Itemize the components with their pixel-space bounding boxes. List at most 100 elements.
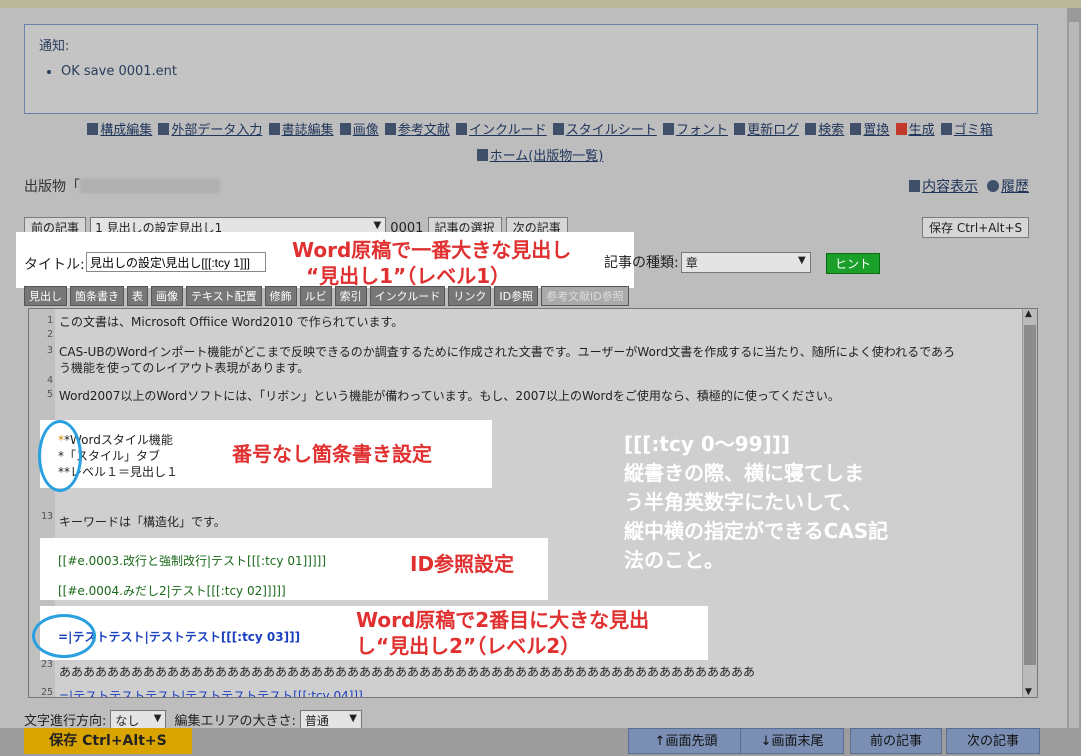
footer-prev-article-button[interactable]: 前の記事	[850, 728, 942, 754]
nav-label: 外部データ入力	[171, 123, 263, 138]
article-kind-label: 記事の種類:	[604, 255, 679, 271]
highlight-circle-heading2	[32, 614, 96, 658]
nav-include[interactable]: インクルード	[456, 123, 547, 138]
nav-line-1: 構成編集 外部データ入力 書誌編集 画像 参考文献 インクルード スタイルシート…	[86, 123, 994, 138]
notice-list: OK save 0001.ent	[39, 64, 1023, 79]
nav-external-data[interactable]: 外部データ入力	[158, 123, 262, 138]
css-icon	[552, 123, 564, 135]
scroll-top-button[interactable]: ↑画面先頭	[628, 728, 744, 754]
toolbar-index[interactable]: 索引	[334, 286, 367, 306]
toolbar-text-align[interactable]: テキスト配置	[186, 286, 262, 306]
editor-line: Word2007以上のWordソフトには、「リボン」という機能が備わっています。…	[59, 389, 840, 403]
idref-line-1: [[#e.0003.改行と強制改行|テスト[[[:tcy 01]]]]]	[58, 554, 326, 568]
generate-icon	[895, 123, 907, 135]
editor-scroll-thumb[interactable]	[1024, 325, 1036, 665]
toolbar-image[interactable]: 画像	[151, 286, 183, 306]
nav-label: スタイルシート	[565, 123, 657, 138]
idref-annotation-box: [[#e.0003.改行と強制改行|テスト[[[:tcy 01]]]]] [[#…	[40, 538, 548, 600]
article-kind-select[interactable]: 章 ▼	[680, 252, 811, 273]
area-size-value: 普通	[304, 714, 329, 728]
save-button-top[interactable]: 保存 Ctrl+Alt+S	[922, 217, 1030, 238]
nav-links: 構成編集 外部データ入力 書誌編集 画像 参考文献 インクルード スタイルシート…	[40, 118, 1040, 170]
editor-toolbar: 見出し 箇条書き表画像 テキスト配置 修飾 ルビ 索引 インクルード リンク ID参照 参考文献I…	[24, 286, 632, 306]
toolbar-table[interactable]: 表	[127, 286, 148, 306]
nav-structure-edit[interactable]: 構成編集	[87, 123, 152, 138]
nav-label: 画像	[352, 123, 379, 138]
nav-home[interactable]: ホーム(出版物一覧)	[476, 149, 604, 164]
toolbar-id-ref[interactable]: ID参照	[494, 286, 539, 306]
save-button-bottom[interactable]: 保存 Ctrl+Alt+S	[24, 728, 192, 754]
doc-icon	[158, 123, 170, 135]
nav-trash[interactable]: ゴミ箱	[940, 123, 993, 138]
editor-scrollbar[interactable]: ▲ ▼	[1022, 309, 1037, 697]
scroll-up-icon[interactable]: ▲	[1025, 309, 1032, 319]
publication-label: 出版物「	[24, 179, 80, 195]
replace-icon	[850, 123, 862, 135]
nav-label: 更新ログ	[747, 123, 800, 138]
highlight-circle-bullets	[38, 420, 82, 492]
image-icon	[339, 123, 351, 135]
nav-label: 参考文献	[397, 123, 450, 138]
scroll-bottom-button[interactable]: ↓画面末尾	[740, 728, 844, 754]
nav-label: 置換	[863, 123, 890, 138]
toolbar-bullets[interactable]: 箇条書き	[70, 286, 124, 306]
annotation-idref: ID参照設定	[410, 552, 515, 576]
annotation-heading1-line2: “見出し1”（レベル1）	[306, 264, 511, 288]
nav-search[interactable]: 検索	[805, 123, 844, 138]
page-scroll-thumb[interactable]	[1069, 22, 1079, 742]
toolbar-ref-id[interactable]: 参考文献ID参照	[541, 286, 629, 306]
title-input[interactable]	[86, 252, 266, 272]
annotation-bullets: 番号なし箇条書き設定	[232, 442, 432, 466]
chevron-down-icon: ▼	[349, 713, 357, 724]
nav-update-log[interactable]: 更新ログ	[734, 123, 799, 138]
editor-line: この文書は、Microsoft Offiice Word2010 で作られていま…	[59, 315, 404, 329]
toolbar-heading[interactable]: 見出し	[24, 286, 67, 306]
view-content-label: 内容表示	[922, 179, 979, 195]
log-icon	[734, 123, 746, 135]
blurred-publication-name	[80, 179, 220, 193]
page-scrollbar[interactable]	[1067, 8, 1081, 756]
nav-label: 生成	[908, 123, 935, 138]
line-number: 23	[40, 659, 53, 670]
toolbar-include[interactable]: インクルード	[369, 286, 446, 306]
tcy-body-4: 法のこと。	[624, 548, 724, 572]
toolbar-decoration[interactable]: 修飾	[264, 286, 297, 306]
nav-bibliography-edit[interactable]: 書誌編集	[268, 123, 334, 138]
doc-icon	[476, 149, 488, 161]
line-number: 4	[46, 375, 53, 386]
toolbar-ruby[interactable]: ルビ	[299, 286, 332, 306]
top-strip	[0, 0, 1081, 8]
nav-stylesheet[interactable]: スタイルシート	[552, 123, 657, 138]
nav-replace[interactable]: 置換	[850, 123, 889, 138]
hint-button[interactable]: ヒント	[826, 253, 881, 274]
footer-next-article-button[interactable]: 次の記事	[946, 728, 1040, 754]
folder-icon	[384, 123, 396, 135]
search-icon	[805, 123, 817, 135]
nav-font[interactable]: フォント	[662, 123, 728, 138]
history-link[interactable]: 履歴	[987, 179, 1029, 195]
nav-images[interactable]: 画像	[339, 123, 379, 138]
view-content-link[interactable]: 内容表示	[909, 179, 978, 195]
idref-line-2: [[#e.0004.みだし2|テスト[[[:tcy 02]]]]]	[58, 584, 286, 598]
toolbar-link[interactable]: リンク	[448, 286, 492, 306]
nav-generate[interactable]: 生成	[895, 123, 935, 138]
chevron-down-icon: ▼	[153, 713, 162, 724]
line-number: 5	[46, 389, 53, 400]
notice-box: 通知: OK save 0001.ent	[24, 24, 1038, 114]
article-kind: 記事の種類: 章 ▼	[604, 252, 811, 273]
line-number: 1	[46, 315, 53, 326]
editor-line: ああああああああああああああああああああああああああああああああああああああああ…	[59, 665, 756, 679]
line-number: 25	[40, 687, 53, 698]
tcy-explanation: [[[:tcy 0〜99]]] 縦書きの際、横に寝てしま う半角英数字にたいして…	[624, 430, 888, 575]
doc-icon	[909, 180, 921, 192]
chevron-down-icon: ▼	[798, 255, 806, 266]
nav-references[interactable]: 参考文献	[384, 123, 450, 138]
nav-label: 構成編集	[100, 123, 153, 138]
tcy-title: [[[:tcy 0〜99]]]	[624, 432, 791, 456]
nav-home-label: ホーム(出版物一覧)	[489, 149, 604, 164]
history-label: 履歴	[1001, 179, 1029, 195]
notice-heading: 通知:	[39, 39, 70, 54]
area-size-label: 編集エリアの大きさ:	[174, 714, 296, 729]
editor-line: キーワードは「構造化」です。	[59, 515, 226, 529]
scroll-down-icon[interactable]: ▼	[1025, 687, 1032, 697]
